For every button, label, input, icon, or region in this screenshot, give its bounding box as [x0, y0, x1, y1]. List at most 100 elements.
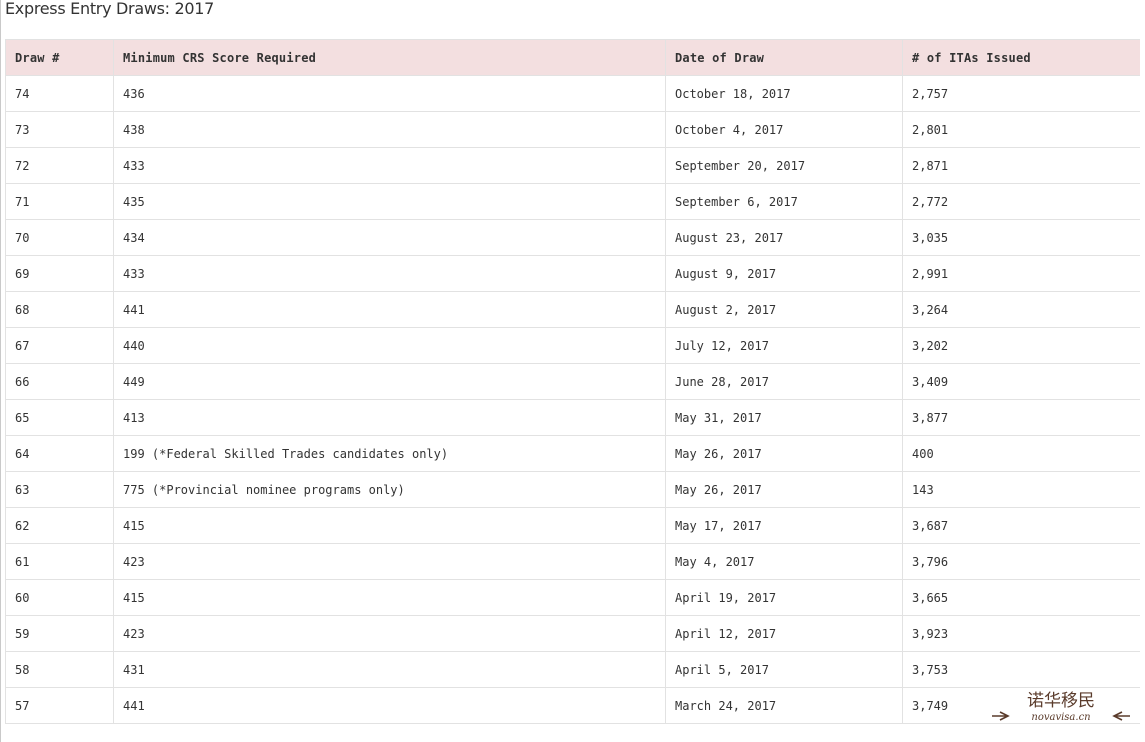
table-row: 67 440 July 12, 2017 3,202	[5, 327, 1140, 364]
draws-table-container: Draw # Minimum CRS Score Required Date o…	[5, 39, 1140, 742]
cell-draw-number: 58	[5, 651, 114, 688]
cell-draw-number: 73	[5, 111, 114, 148]
header-date-of-draw: Date of Draw	[665, 39, 903, 76]
cell-draw-number: 69	[5, 255, 114, 292]
cell-date-of-draw: October 4, 2017	[665, 111, 903, 148]
cell-draw-number: 68	[5, 291, 114, 328]
cell-date-of-draw: May 17, 2017	[665, 507, 903, 544]
header-draw-number: Draw #	[5, 39, 114, 76]
table-row: 71 435 September 6, 2017 2,772	[5, 183, 1140, 220]
cell-min-crs-score: 413	[113, 399, 666, 436]
cell-draw-number: 66	[5, 363, 114, 400]
cell-min-crs-score: 775 (*Provincial nominee programs only)	[113, 471, 666, 508]
cell-itas-issued: 3,877	[902, 399, 1140, 436]
cell-date-of-draw: April 19, 2017	[665, 579, 903, 616]
cell-draw-number: 65	[5, 399, 114, 436]
cell-draw-number: 62	[5, 507, 114, 544]
cell-itas-issued: 3,687	[902, 507, 1140, 544]
cell-draw-number: 61	[5, 543, 114, 580]
cell-itas-issued: 400	[902, 435, 1140, 472]
cell-min-crs-score: 199 (*Federal Skilled Trades candidates …	[113, 435, 666, 472]
cell-itas-issued: 2,991	[902, 255, 1140, 292]
cell-min-crs-score: 441	[113, 687, 666, 724]
cell-date-of-draw: October 18, 2017	[665, 75, 903, 112]
cell-min-crs-score: 440	[113, 327, 666, 364]
cell-draw-number: 67	[5, 327, 114, 364]
cell-draw-number: 64	[5, 435, 114, 472]
cell-date-of-draw: March 24, 2017	[665, 687, 903, 724]
cell-itas-issued: 3,796	[902, 543, 1140, 580]
cell-min-crs-score: 423	[113, 615, 666, 652]
cell-min-crs-score: 438	[113, 111, 666, 148]
cell-itas-issued: 2,757	[902, 75, 1140, 112]
cell-draw-number: 71	[5, 183, 114, 220]
cell-date-of-draw: June 28, 2017	[665, 363, 903, 400]
cell-min-crs-score: 449	[113, 363, 666, 400]
table-body: 74 436 October 18, 2017 2,757 73 438 October 4…	[5, 75, 1140, 724]
cell-itas-issued: 3,035	[902, 219, 1140, 256]
cell-min-crs-score: 431	[113, 651, 666, 688]
cell-date-of-draw: September 6, 2017	[665, 183, 903, 220]
cell-date-of-draw: May 31, 2017	[665, 399, 903, 436]
cell-date-of-draw: July 12, 2017	[665, 327, 903, 364]
draws-table: Draw # Minimum CRS Score Required Date o…	[5, 39, 1140, 724]
cell-draw-number: 60	[5, 579, 114, 616]
cell-min-crs-score: 423	[113, 543, 666, 580]
table-row: 73 438 October 4, 2017 2,801	[5, 111, 1140, 148]
cell-date-of-draw: May 4, 2017	[665, 543, 903, 580]
cell-itas-issued: 3,753	[902, 651, 1140, 688]
header-itas-issued: # of ITAs Issued	[902, 39, 1140, 76]
page: Express Entry Draws: 2017 Draw # Minimum…	[0, 0, 1145, 742]
table-row: 59 423 April 12, 2017 3,923	[5, 615, 1140, 652]
cell-itas-issued: 143	[902, 471, 1140, 508]
table-row: 65 413 May 31, 2017 3,877	[5, 399, 1140, 436]
page-title: Express Entry Draws: 2017	[5, 0, 215, 18]
table-header: Draw # Minimum CRS Score Required Date o…	[5, 39, 1140, 76]
table-row: 58 431 April 5, 2017 3,753	[5, 651, 1140, 688]
cell-min-crs-score: 415	[113, 507, 666, 544]
cell-min-crs-score: 436	[113, 75, 666, 112]
cell-draw-number: 70	[5, 219, 114, 256]
cell-draw-number: 59	[5, 615, 114, 652]
header-min-crs-score: Minimum CRS Score Required	[113, 39, 666, 76]
table-row: 74 436 October 18, 2017 2,757	[5, 75, 1140, 112]
cell-draw-number: 74	[5, 75, 114, 112]
cell-min-crs-score: 433	[113, 255, 666, 292]
cell-min-crs-score: 433	[113, 147, 666, 184]
cell-itas-issued: 3,264	[902, 291, 1140, 328]
cell-draw-number: 57	[5, 687, 114, 724]
table-row: 64 199 (*Federal Skilled Trades candidate…	[5, 435, 1140, 472]
cell-date-of-draw: September 20, 2017	[665, 147, 903, 184]
table-row: 60 415 April 19, 2017 3,665	[5, 579, 1140, 616]
cell-itas-issued: 3,749	[902, 687, 1140, 724]
cell-itas-issued: 2,772	[902, 183, 1140, 220]
table-row: 68 441 August 2, 2017 3,264	[5, 291, 1140, 328]
cell-itas-issued: 3,409	[902, 363, 1140, 400]
cell-date-of-draw: May 26, 2017	[665, 471, 903, 508]
cell-itas-issued: 3,665	[902, 579, 1140, 616]
left-border	[0, 0, 1, 742]
cell-date-of-draw: April 12, 2017	[665, 615, 903, 652]
cell-date-of-draw: May 26, 2017	[665, 435, 903, 472]
cell-itas-issued: 3,923	[902, 615, 1140, 652]
table-row: 62 415 May 17, 2017 3,687	[5, 507, 1140, 544]
table-row: 70 434 August 23, 2017 3,035	[5, 219, 1140, 256]
cell-itas-issued: 2,871	[902, 147, 1140, 184]
cell-date-of-draw: August 23, 2017	[665, 219, 903, 256]
table-row: 66 449 June 28, 2017 3,409	[5, 363, 1140, 400]
cell-min-crs-score: 435	[113, 183, 666, 220]
cell-itas-issued: 2,801	[902, 111, 1140, 148]
cell-date-of-draw: August 2, 2017	[665, 291, 903, 328]
table-row: 69 433 August 9, 2017 2,991	[5, 255, 1140, 292]
cell-min-crs-score: 415	[113, 579, 666, 616]
cell-itas-issued: 3,202	[902, 327, 1140, 364]
table-row: 72 433 September 20, 2017 2,871	[5, 147, 1140, 184]
cell-draw-number: 72	[5, 147, 114, 184]
cell-min-crs-score: 441	[113, 291, 666, 328]
table-row: 63 775 (*Provincial nominee programs only…	[5, 471, 1140, 508]
header-row: Draw # Minimum CRS Score Required Date o…	[5, 39, 1140, 76]
table-row: 61 423 May 4, 2017 3,796	[5, 543, 1140, 580]
cell-draw-number: 63	[5, 471, 114, 508]
cell-date-of-draw: August 9, 2017	[665, 255, 903, 292]
cell-min-crs-score: 434	[113, 219, 666, 256]
